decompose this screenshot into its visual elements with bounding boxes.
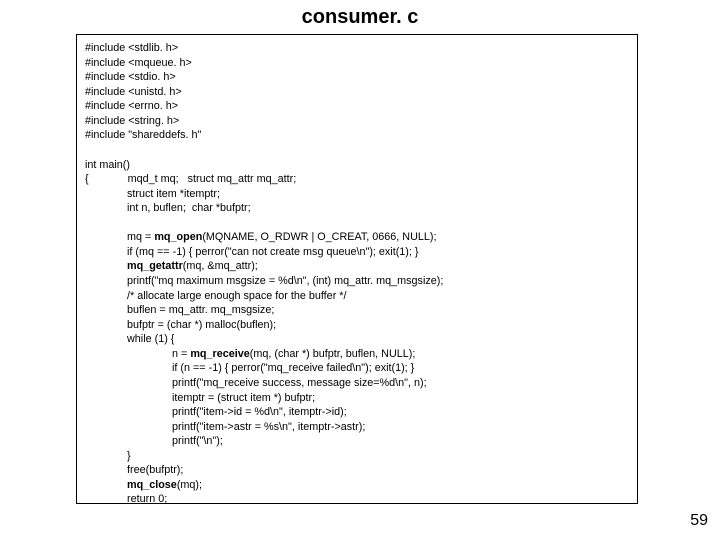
include-line: #include <errno. h> [85, 100, 178, 112]
include-line: #include <mqueue. h> [85, 57, 192, 69]
code-text: (mq, &mq_attr); [183, 260, 258, 272]
code-line: printf("mq maximum msgsize = %d\n", (int… [127, 275, 443, 287]
code-line: int n, buflen; char *bufptr; [127, 202, 251, 214]
title-text: consumer. c [302, 6, 419, 28]
code-line: if (n == -1) { perror("mq_receive failed… [172, 362, 414, 374]
code-line: itemptr = (struct item *) bufptr; [172, 392, 315, 404]
include-line: #include <string. h> [85, 115, 179, 127]
page-title: consumer. c [0, 0, 720, 33]
code-line: free(bufptr); [127, 464, 183, 476]
page-number-text: 59 [690, 512, 708, 529]
code-line: { [85, 173, 89, 185]
code-text: n = [172, 348, 190, 360]
slide: consumer. c #include <stdlib. h> #includ… [0, 0, 720, 540]
code-text: (mq, (char *) bufptr, buflen, NULL); [250, 348, 416, 360]
code-line: buflen = mq_attr. mq_msgsize; [127, 304, 274, 316]
code-line: bufptr = (char *) malloc(buflen); [127, 319, 276, 331]
include-line: #include <stdio. h> [85, 71, 176, 83]
code-line: printf("mq_receive success, message size… [172, 377, 427, 389]
page-number: 59 [690, 512, 708, 530]
include-line: #include "shareddefs. h" [85, 129, 201, 141]
api-call: mq_getattr [127, 260, 183, 272]
include-line: #include <unistd. h> [85, 86, 182, 98]
code-line: return 0; [127, 493, 167, 504]
code-line: if (mq == -1) { perror("can not create m… [127, 246, 419, 258]
code-line: } [127, 450, 131, 462]
api-call: mq_receive [190, 348, 249, 360]
code-line: while (1) { [127, 333, 174, 345]
code-text: (mq); [177, 479, 202, 491]
include-line: #include <stdlib. h> [85, 42, 178, 54]
code-line: printf("item->id = %d\n", itemptr->id); [172, 406, 347, 418]
code-line: /* allocate large enough space for the b… [127, 290, 347, 302]
code-listing: #include <stdlib. h> #include <mqueue. h… [76, 34, 638, 504]
code-line: struct item *itemptr; [127, 188, 220, 200]
code-line: printf("\n"); [172, 435, 223, 447]
api-call: mq_close [127, 479, 177, 491]
code-text: mq = [127, 231, 154, 243]
code-line: mqd_t mq; struct mq_attr mq_attr; [128, 173, 297, 185]
code-line: int main() [85, 159, 130, 171]
api-call: mq_open [154, 231, 202, 243]
code-line: printf("item->astr = %s\n", itemptr->ast… [172, 421, 365, 433]
code-text: (MQNAME, O_RDWR | O_CREAT, 0666, NULL); [202, 231, 436, 243]
